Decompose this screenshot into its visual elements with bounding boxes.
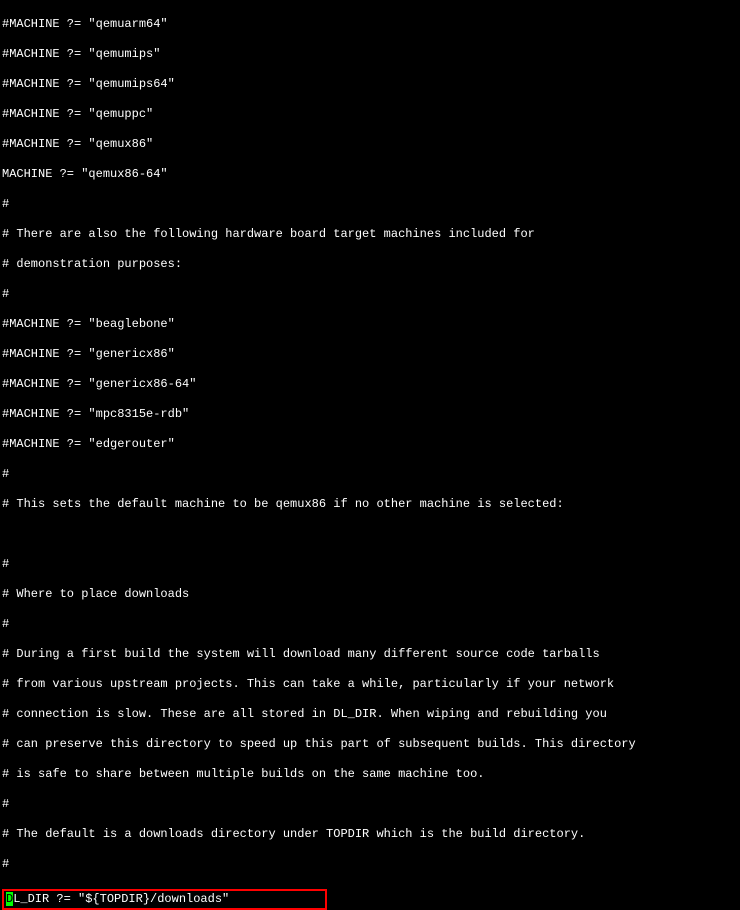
config-line: #	[2, 857, 738, 872]
config-line: # Where to place downloads	[2, 587, 738, 602]
config-line: # This sets the default machine to be qe…	[2, 497, 738, 512]
config-line: #MACHINE ?= "qemumips"	[2, 47, 738, 62]
dl-dir-text: L_DIR ?= "${TOPDIR}/downloads"	[13, 892, 229, 906]
config-line: # connection is slow. These are all stor…	[2, 707, 738, 722]
config-line: #	[2, 797, 738, 812]
config-line: # from various upstream projects. This c…	[2, 677, 738, 692]
config-line: #MACHINE ?= "edgerouter"	[2, 437, 738, 452]
config-line: MACHINE ?= "qemux86-64"	[2, 167, 738, 182]
config-line: # During a first build the system will d…	[2, 647, 738, 662]
config-line: # can preserve this directory to speed u…	[2, 737, 738, 752]
config-line: #MACHINE ?= "beaglebone"	[2, 317, 738, 332]
config-line: #	[2, 287, 738, 302]
config-line: #MACHINE ?= "genericx86"	[2, 347, 738, 362]
config-line: #MACHINE ?= "qemuarm64"	[2, 17, 738, 32]
terminal-content: #MACHINE ?= "qemuarm64" #MACHINE ?= "qem…	[2, 2, 738, 910]
config-line: #MACHINE ?= "qemux86"	[2, 137, 738, 152]
highlighted-dl-dir-line: DL_DIR ?= "${TOPDIR}/downloads"	[2, 889, 327, 910]
config-line: # There are also the following hardware …	[2, 227, 738, 242]
config-line: #	[2, 467, 738, 482]
config-line: #	[2, 557, 738, 572]
config-line: # is safe to share between multiple buil…	[2, 767, 738, 782]
config-line: #MACHINE ?= "qemumips64"	[2, 77, 738, 92]
config-line: #	[2, 197, 738, 212]
config-line: #MACHINE ?= "genericx86-64"	[2, 377, 738, 392]
config-line: #MACHINE ?= "mpc8315e-rdb"	[2, 407, 738, 422]
config-line: # demonstration purposes:	[2, 257, 738, 272]
config-line: # The default is a downloads directory u…	[2, 827, 738, 842]
config-line: #	[2, 617, 738, 632]
cursor: D	[6, 892, 13, 906]
config-line: #MACHINE ?= "qemuppc"	[2, 107, 738, 122]
